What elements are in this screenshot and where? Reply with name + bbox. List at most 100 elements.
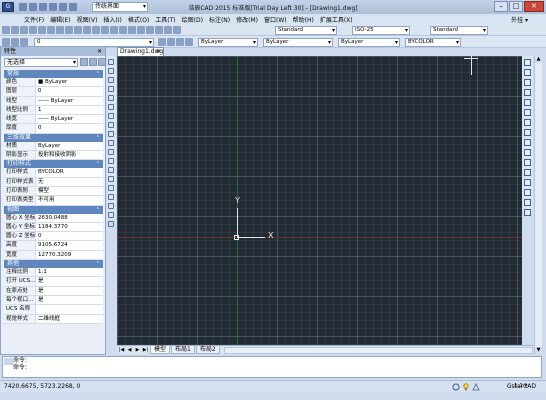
prop-row[interactable]: 线型 —— ByLayer xyxy=(4,96,103,106)
command-line[interactable]: 命令: 命令: xyxy=(2,356,542,378)
match-properties-icon[interactable] xyxy=(83,26,91,34)
mtext-icon[interactable] xyxy=(108,221,114,227)
next-tab-icon[interactable]: ▶ xyxy=(134,347,141,354)
menu-format[interactable]: 格式(O) xyxy=(128,15,149,24)
paste-icon[interactable] xyxy=(74,26,82,34)
rectangle-icon[interactable] xyxy=(108,95,114,101)
prop-row[interactable]: 线型比例 1 xyxy=(4,105,103,116)
plugin-menu[interactable]: 外挂 ▾ xyxy=(511,15,528,24)
prop-row[interactable]: UCS 名称 xyxy=(4,305,103,315)
extend-icon[interactable] xyxy=(524,159,531,166)
lineweight-select[interactable]: ByLayer xyxy=(338,38,400,47)
zoom-previous-icon[interactable] xyxy=(137,26,145,34)
scroll-up-icon[interactable]: ▲ xyxy=(535,56,542,63)
zoom-realtime-icon[interactable] xyxy=(119,26,127,34)
horizontal-scrollbar[interactable] xyxy=(223,346,533,354)
prop-row[interactable]: 圆心 X 坐标 2630.0488 xyxy=(4,213,103,223)
layer-state-icon[interactable] xyxy=(11,38,19,46)
gradient-icon[interactable] xyxy=(108,194,114,200)
first-tab-icon[interactable]: |◀ xyxy=(118,347,125,354)
dim-style-select[interactable]: ISO-25 xyxy=(352,26,410,35)
workspace-select[interactable]: 传统界面 xyxy=(92,2,148,12)
redo-icon[interactable] xyxy=(101,26,109,34)
drawing-canvas[interactable]: Y X xyxy=(117,56,522,345)
break-icon[interactable] xyxy=(524,169,531,176)
menu-help[interactable]: 帮助(H) xyxy=(293,15,314,24)
tab-model[interactable]: 模型 xyxy=(150,346,171,354)
prop-row[interactable]: 在原点处是 xyxy=(4,286,103,296)
region-icon[interactable] xyxy=(108,203,114,209)
prop-row[interactable]: 打印样式表无 xyxy=(4,177,103,187)
selection-select[interactable]: 无选择 xyxy=(4,58,78,67)
prop-row[interactable]: 视觉样式 二维线框 xyxy=(4,314,103,324)
menu-view[interactable]: 视图(V) xyxy=(77,15,98,24)
toggle-pickadd-icon[interactable] xyxy=(80,58,88,66)
move-icon[interactable] xyxy=(524,109,531,116)
prop-row[interactable]: 材质 ByLayer xyxy=(4,141,103,152)
prop-row[interactable]: 每个视口... 是 xyxy=(4,295,103,306)
trim-icon[interactable] xyxy=(524,149,531,156)
erase-icon[interactable] xyxy=(524,59,531,66)
copy-icon[interactable] xyxy=(65,26,73,34)
select-objects-icon[interactable] xyxy=(89,58,97,66)
close-button[interactable]: ✕ xyxy=(524,1,544,12)
tab-layout2[interactable]: 布局2 xyxy=(195,346,220,354)
vertical-scrollbar[interactable]: ▲ ▼ xyxy=(534,56,542,354)
arc-icon[interactable] xyxy=(108,104,114,110)
circle-icon[interactable] xyxy=(108,113,114,119)
prop-row[interactable]: 圆心 Z 坐标 0 xyxy=(4,232,103,242)
menu-file[interactable]: 文件(F) xyxy=(24,15,44,24)
scroll-down-icon[interactable]: ▼ xyxy=(535,347,542,354)
plotstyle-select[interactable]: BYCOLOR xyxy=(405,38,461,47)
zoom-window-icon[interactable] xyxy=(128,26,136,34)
stretch-icon[interactable] xyxy=(524,139,531,146)
array-icon[interactable] xyxy=(524,99,531,106)
make-current-icon[interactable] xyxy=(158,38,166,46)
scale-icon[interactable] xyxy=(524,129,531,136)
print-icon[interactable] xyxy=(49,3,57,11)
app-logo-icon[interactable]: G xyxy=(2,2,14,12)
redo-icon[interactable] xyxy=(69,3,77,11)
prev-tab-icon[interactable]: ◀ xyxy=(126,347,133,354)
menu-window[interactable]: 窗口(W) xyxy=(264,15,287,24)
design-center-icon[interactable] xyxy=(155,26,163,34)
properties-icon[interactable] xyxy=(146,26,154,34)
make-block-icon[interactable] xyxy=(108,167,114,173)
save-icon[interactable] xyxy=(20,26,28,34)
section-general[interactable]: 常规 ⌃ xyxy=(4,70,103,78)
quick-select-icon[interactable] xyxy=(98,58,106,66)
menu-extend-tools[interactable]: 扩展工具(X) xyxy=(320,15,353,24)
command-input[interactable] xyxy=(3,371,541,378)
ellipse-icon[interactable] xyxy=(108,140,114,146)
table-style-select[interactable]: Standard xyxy=(430,26,488,35)
fillet-icon[interactable] xyxy=(524,199,531,206)
copy-object-icon[interactable] xyxy=(524,69,531,76)
tab-layout1[interactable]: 布局1 xyxy=(171,346,195,354)
chamfer-icon[interactable] xyxy=(524,189,531,196)
publish-icon[interactable] xyxy=(47,26,55,34)
undo-icon[interactable] xyxy=(92,26,100,34)
open-icon[interactable] xyxy=(11,26,19,34)
layer-iso-icon[interactable] xyxy=(176,38,184,46)
lightbulb-icon[interactable] xyxy=(462,383,470,391)
mirror-icon[interactable] xyxy=(524,79,531,86)
last-tab-icon[interactable]: ▶| xyxy=(142,347,149,354)
spline-icon[interactable] xyxy=(108,131,114,137)
menu-edit[interactable]: 编辑(E) xyxy=(50,15,70,24)
point-icon[interactable] xyxy=(108,176,114,182)
offset-icon[interactable] xyxy=(524,89,531,96)
section-misc[interactable]: 其他 ⌃ xyxy=(4,260,103,269)
prop-row[interactable]: 线宽 —— ByLayer xyxy=(4,115,103,125)
ellipse-arc-icon[interactable] xyxy=(108,149,114,155)
annotation-icon[interactable] xyxy=(452,383,460,391)
prop-row[interactable]: 颜色 ■ ByLayer xyxy=(4,78,103,88)
prop-row[interactable]: 阴影显示 投射和接收阴影 xyxy=(4,151,103,161)
close-panel-icon[interactable]: ✕ xyxy=(97,47,102,56)
section-plot-style[interactable]: 打印样式 ⌃ xyxy=(4,160,103,169)
section-3d-effects[interactable]: 三维效果 ⌃ xyxy=(4,133,103,142)
new-file-icon[interactable] xyxy=(19,3,27,11)
menu-modify[interactable]: 修改(M) xyxy=(236,15,258,24)
prop-row[interactable]: 注释比例 1:1 xyxy=(4,268,103,278)
preview-icon[interactable] xyxy=(38,26,46,34)
menu-insert[interactable]: 插入(I) xyxy=(103,15,121,24)
